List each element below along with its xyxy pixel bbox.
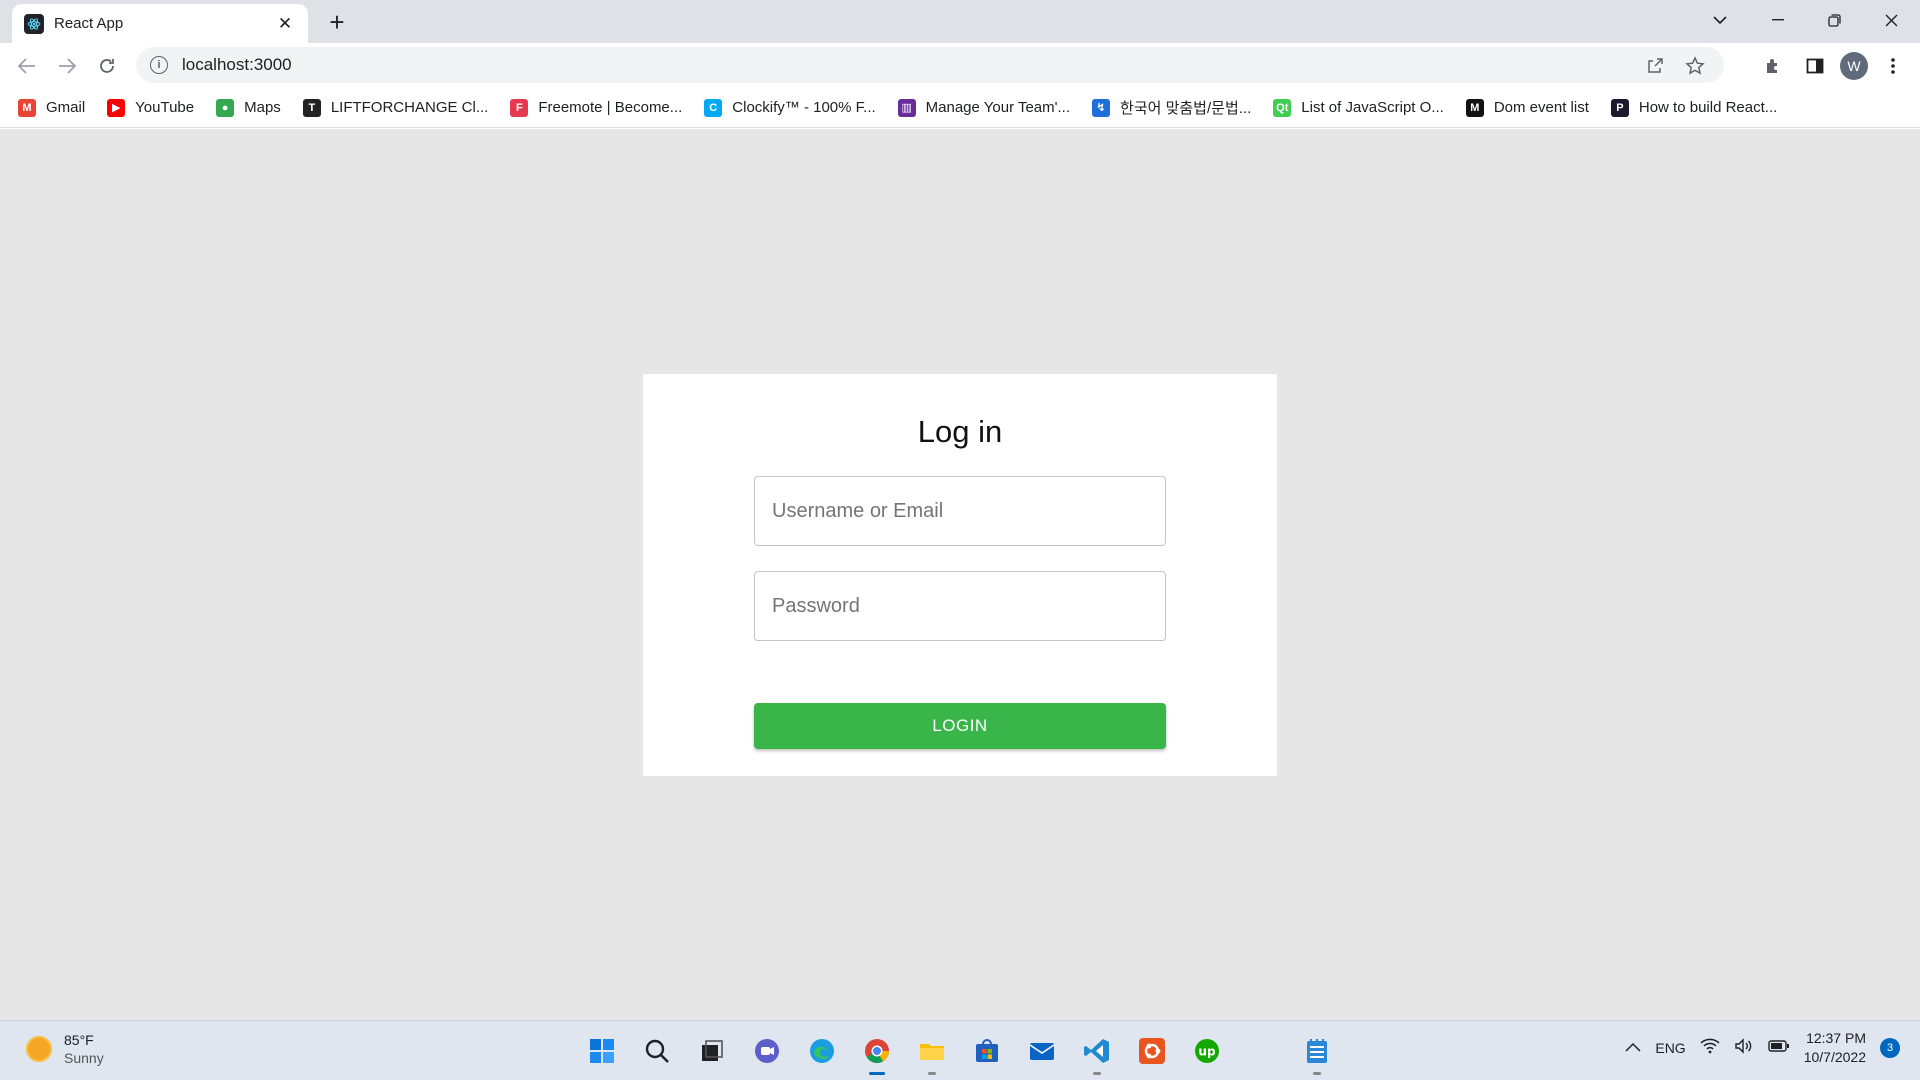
taskbar-apps: up xyxy=(582,1031,1337,1075)
profile-avatar[interactable]: W xyxy=(1840,52,1868,80)
bookmark-star-icon[interactable] xyxy=(1682,53,1708,79)
bookmark-label: Freemote | Become... xyxy=(538,99,683,116)
bookmark-label: 한국어 맞춤법/문법... xyxy=(1120,100,1252,117)
bookmark-item[interactable]: M Dom event list xyxy=(1465,93,1599,123)
notepad-icon[interactable] xyxy=(1297,1031,1337,1075)
medium-icon: M xyxy=(1465,98,1484,117)
bookmark-site-icon: P xyxy=(1610,98,1629,117)
tab-react-app[interactable]: React App ✕ xyxy=(12,4,308,43)
bookmark-label: Maps xyxy=(244,99,281,116)
bookmark-item[interactable]: ▶ YouTube xyxy=(107,93,204,123)
tab-title: React App xyxy=(54,15,124,32)
chevron-up-icon[interactable] xyxy=(1625,1039,1641,1057)
bookmark-label: YouTube xyxy=(135,99,195,116)
new-tab-button[interactable]: + xyxy=(322,8,352,38)
bookmark-item[interactable]: Qt List of JavaScript O... xyxy=(1273,93,1454,123)
windows-taskbar: 85°F Sunny up ENG 12:37 PM 10/7/2022 3 xyxy=(0,1020,1920,1080)
bookmark-label: LIFTFORCHANGE Cl... xyxy=(330,99,489,116)
browser-toolbar: i localhost:3000 W xyxy=(0,43,1920,88)
browser-chrome: React App ✕ + i localhost:3000 W M Gmail… xyxy=(0,0,1920,129)
url-text: localhost:3000 xyxy=(182,55,292,74)
trello-icon: ▥ xyxy=(897,98,916,117)
ubuntu-icon[interactable] xyxy=(1132,1031,1172,1071)
bookmark-item[interactable]: M Gmail xyxy=(18,93,95,123)
username-email-input[interactable] xyxy=(754,476,1166,546)
react-icon xyxy=(24,13,44,34)
password-input[interactable] xyxy=(754,571,1166,641)
bookmark-item[interactable]: ▥ Manage Your Team'... xyxy=(897,93,1080,123)
bookmark-item[interactable]: C Clockify™ - 100% F... xyxy=(704,93,885,123)
file-explorer-icon[interactable] xyxy=(912,1031,952,1075)
extensions-icon[interactable] xyxy=(1756,49,1790,83)
edge-icon[interactable] xyxy=(802,1031,842,1071)
reload-icon[interactable] xyxy=(90,49,124,83)
side-panel-icon[interactable] xyxy=(1798,49,1832,83)
youtube-icon: ▶ xyxy=(107,98,126,117)
bookmark-item[interactable]: ↯ 한국어 맞춤법/문법... xyxy=(1092,93,1261,123)
notification-badge[interactable]: 3 xyxy=(1880,1038,1900,1058)
back-arrow-icon[interactable] xyxy=(10,49,44,83)
volume-icon[interactable] xyxy=(1734,1037,1754,1059)
page-background: Log in LOGIN xyxy=(0,129,1920,1020)
bookmark-label: Manage Your Team'... xyxy=(925,99,1071,116)
maps-icon: ● xyxy=(216,98,235,117)
search-icon[interactable] xyxy=(637,1031,677,1071)
running-indicator xyxy=(869,1072,885,1075)
bookmark-item[interactable]: P How to build React... xyxy=(1610,93,1787,123)
bookmark-item[interactable]: F Freemote | Become... xyxy=(510,93,692,123)
chrome-icon[interactable] xyxy=(857,1031,897,1075)
window-controls xyxy=(1749,0,1920,40)
bookmark-label: Clockify™ - 100% F... xyxy=(732,99,876,116)
mail-icon[interactable] xyxy=(1022,1031,1062,1071)
close-window-icon[interactable] xyxy=(1863,0,1920,40)
bookmark-label: List of JavaScript O... xyxy=(1301,99,1444,116)
gmail-icon: M xyxy=(18,98,36,117)
sun-icon xyxy=(26,1036,52,1062)
clock[interactable]: 12:37 PM 10/7/2022 xyxy=(1804,1029,1866,1067)
freemote-icon: F xyxy=(510,98,529,117)
weather-widget[interactable]: 85°F Sunny xyxy=(26,1031,104,1067)
liftforchange-icon: T xyxy=(302,98,321,117)
more-menu-icon[interactable] xyxy=(1876,49,1910,83)
store-icon[interactable] xyxy=(967,1031,1007,1071)
running-indicator xyxy=(1093,1072,1101,1075)
vscode-icon[interactable] xyxy=(1077,1031,1117,1075)
clockify-icon: C xyxy=(704,98,723,117)
minimize-icon[interactable] xyxy=(1749,0,1806,40)
bookmarks-bar: M Gmail ▶ YouTube ● Maps T LIFTFORCHANGE Cl... F… xyxy=(0,88,1920,128)
battery-icon[interactable] xyxy=(1768,1039,1790,1057)
running-indicator xyxy=(1313,1072,1321,1075)
bookmark-item[interactable]: T LIFTFORCHANGE Cl... xyxy=(302,93,499,123)
bookmark-label: Gmail xyxy=(46,99,86,116)
clock-time: 12:37 PM xyxy=(1806,1030,1866,1046)
share-icon[interactable] xyxy=(1642,53,1668,79)
clock-date: 10/7/2022 xyxy=(1803,1049,1866,1065)
login-title: Log in xyxy=(917,414,1003,449)
start-icon[interactable] xyxy=(582,1031,622,1071)
bookmark-label: How to build React... xyxy=(1638,99,1778,116)
tab-search-chevron-icon[interactable] xyxy=(1705,6,1735,34)
forward-arrow-icon[interactable] xyxy=(50,49,84,83)
bookmark-item[interactable]: ● Maps xyxy=(216,93,291,123)
teams-chat-icon[interactable] xyxy=(747,1031,787,1071)
language-indicator[interactable]: ENG xyxy=(1655,1040,1685,1056)
upwork-icon[interactable]: up xyxy=(1187,1031,1227,1071)
login-card: Log in LOGIN xyxy=(643,374,1277,776)
qt-icon: Qt xyxy=(1273,98,1292,117)
running-indicator xyxy=(928,1072,936,1075)
weather-condition: Sunny xyxy=(64,1050,104,1066)
address-bar[interactable]: i localhost:3000 xyxy=(136,47,1724,83)
tab-strip: React App ✕ + xyxy=(0,0,1920,43)
korean-checker-icon: ↯ xyxy=(1092,98,1111,117)
svg-text:up: up xyxy=(1198,1045,1216,1059)
close-tab-icon[interactable]: ✕ xyxy=(274,14,296,34)
restore-icon[interactable] xyxy=(1806,0,1863,40)
bookmark-label: Dom event list xyxy=(1493,99,1589,116)
wifi-icon[interactable] xyxy=(1700,1038,1720,1059)
system-tray: ENG 12:37 PM 10/7/2022 3 xyxy=(1625,1029,1900,1067)
weather-temperature: 85°F xyxy=(64,1032,94,1048)
task-view-icon[interactable] xyxy=(692,1031,732,1071)
site-info-icon[interactable]: i xyxy=(150,56,168,74)
login-button[interactable]: LOGIN xyxy=(754,703,1166,749)
